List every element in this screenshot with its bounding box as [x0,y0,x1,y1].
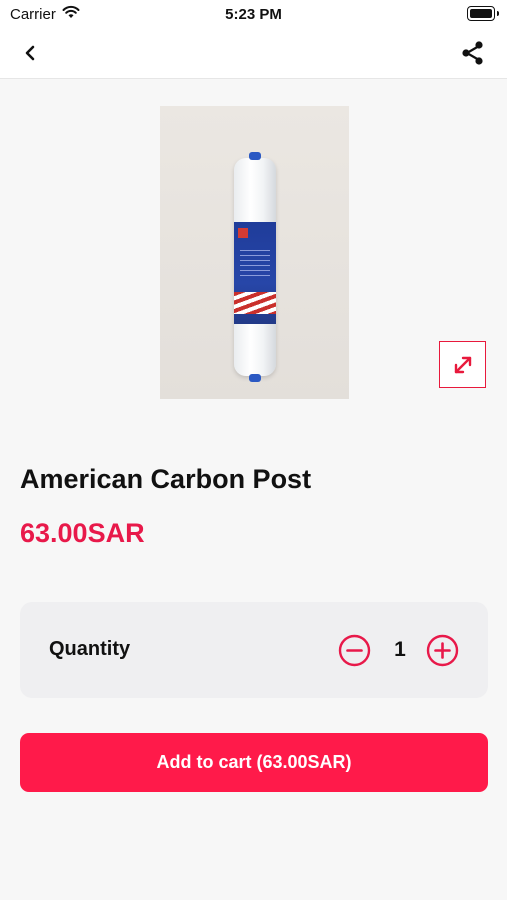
quantity-label: Quantity [49,638,131,660]
quantity-card: Quantity 1 [20,602,488,698]
chevron-left-icon [25,45,35,61]
product-title: American Carbon Post [20,464,312,494]
quantity-value: 1 [394,638,406,661]
nav-bar [0,28,507,79]
back-button[interactable] [18,40,44,66]
add-to-cart-button[interactable]: Add to cart (63.00SAR) [20,733,488,792]
plus-circle-icon [426,634,459,667]
battery-icon [467,6,499,21]
expand-image-button[interactable] [439,341,486,388]
product-image[interactable] [160,106,349,399]
product-price: 63.00SAR [20,518,145,548]
share-button[interactable] [459,39,487,67]
expand-icon [454,356,471,373]
water-filter-cartridge-image [234,152,276,382]
status-bar: Carrier 5:23 PM [0,0,507,28]
minus-circle-icon [338,634,371,667]
decrease-quantity-button[interactable] [338,634,371,667]
share-icon [462,41,483,65]
clock: 5:23 PM [225,6,282,23]
increase-quantity-button[interactable] [426,634,459,667]
